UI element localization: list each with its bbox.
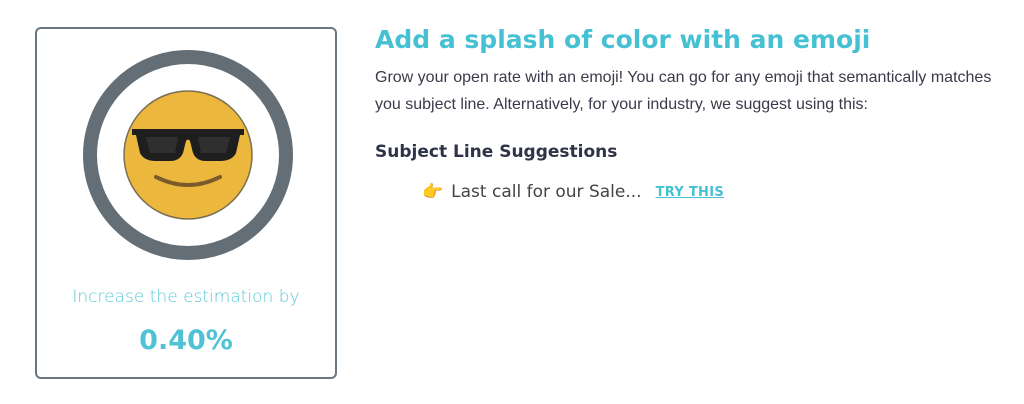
suggestions-heading: Subject Line Suggestions <box>375 142 618 162</box>
subject-line-suggestion: 👉 Last call for our Sale... TRY THIS <box>422 182 724 202</box>
emoji-ring <box>82 49 294 261</box>
smiling-face-with-sunglasses-icon <box>83 50 293 260</box>
section-title: Add a splash of color with an emoji <box>375 25 871 54</box>
emoji-tip-section: Add a splash of color with an emoji Grow… <box>375 22 1015 202</box>
section-description: Grow your open rate with an emoji! You c… <box>375 69 992 113</box>
try-this-link[interactable]: TRY THIS <box>656 185 724 200</box>
estimate-value: 0.40% <box>139 325 233 356</box>
estimate-label: Increase the estimation by <box>72 287 300 307</box>
emoji-estimation-card: Increase the estimation by 0.40% <box>35 27 337 379</box>
pointing-right-icon: 👉 <box>422 182 444 201</box>
suggestion-text: Last call for our Sale... <box>451 182 642 202</box>
